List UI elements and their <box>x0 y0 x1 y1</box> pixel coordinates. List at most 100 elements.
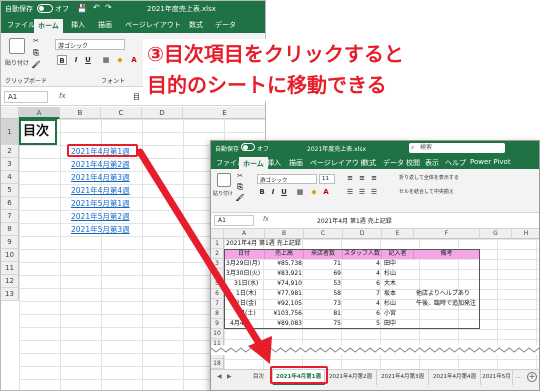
align-center-icon[interactable]: ☰ <box>357 187 367 197</box>
wrap-text-button[interactable]: 折り返して全体を表示する <box>399 174 459 181</box>
column-header-b[interactable]: B <box>60 107 101 119</box>
sheet-next-arrow[interactable]: ▶ <box>227 373 232 380</box>
toc-link-apr-week4[interactable]: 2021年4月第4週 <box>71 184 130 197</box>
align-left-icon[interactable]: ☰ <box>345 187 355 197</box>
row-header-1[interactable]: 1 <box>211 239 224 249</box>
tab-formulas[interactable]: 数式 <box>189 20 203 30</box>
row-header-3[interactable]: 3 <box>1 158 19 171</box>
italic-button[interactable]: I <box>268 187 278 197</box>
column-header-a[interactable]: A <box>19 107 60 119</box>
format-painter-icon[interactable]: 🖌 <box>235 193 245 203</box>
tab-file[interactable]: ファイル <box>7 20 35 30</box>
row-header-2[interactable]: 2 <box>211 249 224 259</box>
tab-insert[interactable]: 挿入 <box>267 158 281 168</box>
row-header-18[interactable]: 18 <box>211 359 224 369</box>
row-header-9[interactable]: 9 <box>211 319 224 329</box>
borders-icon[interactable]: ▦ <box>295 187 305 197</box>
fill-color-icon[interactable]: ◆ <box>115 55 125 65</box>
tab-power-pivot[interactable]: Power Pivot <box>470 158 511 166</box>
sheet-tab-toc[interactable]: 目次 <box>245 370 273 385</box>
select-all-corner[interactable] <box>1 107 19 119</box>
fx-icon[interactable]: fx <box>59 92 66 100</box>
align-bottom-icon[interactable]: ≡ <box>369 173 379 183</box>
copy-icon[interactable]: ⎘ <box>31 48 41 58</box>
tab-draw[interactable]: 描画 <box>98 20 112 30</box>
row-header-4[interactable]: 4 <box>1 171 19 184</box>
align-top-icon[interactable]: ≡ <box>345 173 355 183</box>
align-right-icon[interactable]: ☰ <box>369 187 379 197</box>
row-header-3[interactable]: 3 <box>211 259 224 269</box>
tab-page-layout[interactable]: ページレイアウト <box>310 158 366 168</box>
toc-link-may-week2[interactable]: 2021年5月第2週 <box>71 210 130 223</box>
toc-title-cell[interactable]: 目次 <box>19 119 57 145</box>
column-header-f[interactable]: F <box>414 229 480 239</box>
formula-input[interactable]: 目 <box>133 92 140 102</box>
tab-help[interactable]: ヘルプ <box>445 158 466 168</box>
autosave-toggle[interactable] <box>241 143 255 151</box>
sheet-tab-may[interactable]: 2021年5月 <box>481 370 513 385</box>
format-painter-icon[interactable]: 🖌 <box>31 60 41 70</box>
tab-home[interactable]: ホーム <box>34 19 63 33</box>
tab-data[interactable]: データ <box>215 20 236 30</box>
fx-icon[interactable]: fx <box>263 216 269 223</box>
autosave-toggle[interactable] <box>37 4 53 13</box>
sheet-title-cell[interactable]: 2021年4月 第1週 売上記録 <box>226 239 301 249</box>
column-header-d[interactable]: D <box>343 229 382 239</box>
copy-icon[interactable]: ⎘ <box>235 182 245 192</box>
row-header-9[interactable]: 9 <box>1 236 19 249</box>
tab-formulas[interactable]: 数式 <box>362 158 376 168</box>
merge-center-button[interactable]: セルを結合して中央揃え <box>399 188 454 195</box>
align-middle-icon[interactable]: ≡ <box>357 173 367 183</box>
column-header-g[interactable]: G <box>480 229 512 239</box>
row-header-10[interactable]: 10 <box>1 249 19 262</box>
sheet-tab-apr-week3[interactable]: 2021年4月第3週 <box>377 370 429 385</box>
fill-color-icon[interactable]: ◆ <box>309 187 319 197</box>
row-header-13[interactable]: 13 <box>1 288 19 301</box>
cut-icon[interactable]: ✂ <box>235 171 245 181</box>
font-name-select[interactable]: 游ゴシック <box>55 39 125 50</box>
toc-link-apr-week3[interactable]: 2021年4月第3週 <box>71 171 130 184</box>
select-all-corner[interactable] <box>211 229 224 239</box>
row-header-6[interactable]: 6 <box>211 289 224 299</box>
undo-icon[interactable]: ↶ <box>93 3 100 12</box>
column-header-h[interactable]: H <box>512 229 539 239</box>
bold-button[interactable]: B <box>257 187 267 197</box>
cut-icon[interactable]: ✂ <box>31 36 41 46</box>
sheet-tab-apr-week4[interactable]: 2021年4月第4週 <box>429 370 481 385</box>
save-icon[interactable]: 💾 <box>77 4 87 13</box>
column-header-b[interactable]: B <box>265 229 304 239</box>
tab-data[interactable]: データ <box>383 158 404 168</box>
toc-link-may-week3[interactable]: 2021年5月第3週 <box>71 223 130 236</box>
column-header-a[interactable]: A <box>224 229 265 239</box>
column-header-c[interactable]: C <box>304 229 343 239</box>
row-header-11[interactable]: 11 <box>1 262 19 275</box>
paste-icon[interactable] <box>217 173 231 187</box>
sheet-prev-arrow[interactable]: ◀ <box>217 373 222 380</box>
row-header-5[interactable]: 5 <box>1 184 19 197</box>
column-header-c[interactable]: C <box>101 107 142 119</box>
name-box[interactable]: A1 <box>4 91 48 103</box>
row-header-8[interactable]: 8 <box>211 309 224 319</box>
row-header-1[interactable]: 1 <box>1 119 19 145</box>
row-header-7[interactable]: 7 <box>1 210 19 223</box>
underline-button[interactable]: U <box>279 187 289 197</box>
add-sheet-button[interactable]: + <box>527 372 537 382</box>
tab-review[interactable]: 校閲 <box>406 158 420 168</box>
column-header-e[interactable]: E <box>183 107 265 119</box>
row-header-10[interactable]: 10 <box>211 329 224 339</box>
row-header-12[interactable]: 12 <box>1 275 19 288</box>
italic-button[interactable]: I <box>71 55 81 65</box>
tab-view[interactable]: 表示 <box>425 158 439 168</box>
more-sheets[interactable]: ... <box>515 373 521 380</box>
column-header-e[interactable]: E <box>382 229 414 239</box>
font-color-icon[interactable]: A <box>129 55 139 65</box>
tab-insert[interactable]: 挿入 <box>71 20 85 30</box>
bold-button[interactable]: B <box>57 55 67 65</box>
row-header-2[interactable]: 2 <box>1 145 19 158</box>
row-header-7[interactable]: 7 <box>211 299 224 309</box>
font-color-icon[interactable]: A <box>321 187 331 197</box>
toc-link-may-week1[interactable]: 2021年5月第1週 <box>71 197 130 210</box>
tab-draw[interactable]: 描画 <box>289 158 303 168</box>
formula-input[interactable]: 2021年4月 第1週 売上記録 <box>317 216 392 225</box>
borders-icon[interactable]: ▦ <box>101 55 111 65</box>
